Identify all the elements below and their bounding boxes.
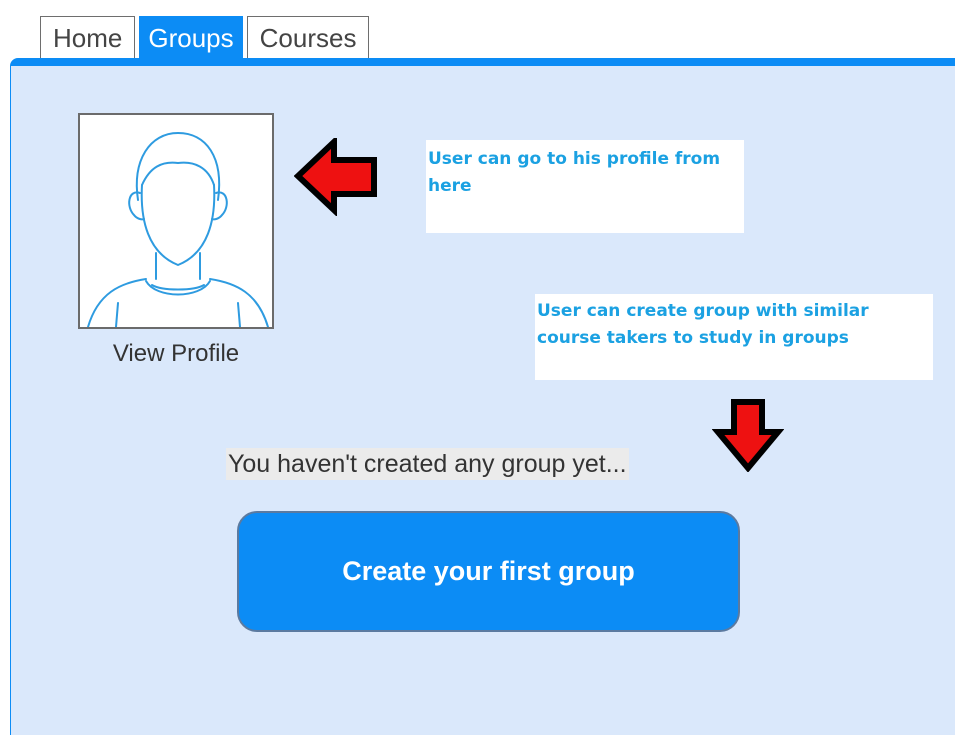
view-profile-label[interactable]: View Profile	[78, 340, 274, 368]
tab-courses[interactable]: Courses	[246, 16, 370, 60]
profile-picture[interactable]	[78, 113, 274, 329]
create-group-button[interactable]: Create your first group	[237, 511, 740, 632]
profile-annotation: User can go to his profile from here	[426, 140, 744, 233]
tab-home[interactable]: Home	[40, 16, 136, 60]
user-avatar-icon	[87, 132, 269, 327]
empty-groups-message: You haven't created any group yet...	[226, 448, 629, 480]
tab-bar: Home Groups Courses	[40, 14, 373, 60]
group-annotation: User can create group with similar cours…	[535, 294, 933, 380]
arrow-left-icon	[294, 138, 377, 216]
tab-groups[interactable]: Groups	[139, 16, 243, 60]
groups-page: Home Groups Courses View Profile User ca…	[0, 0, 955, 735]
arrow-down-icon	[712, 399, 784, 472]
